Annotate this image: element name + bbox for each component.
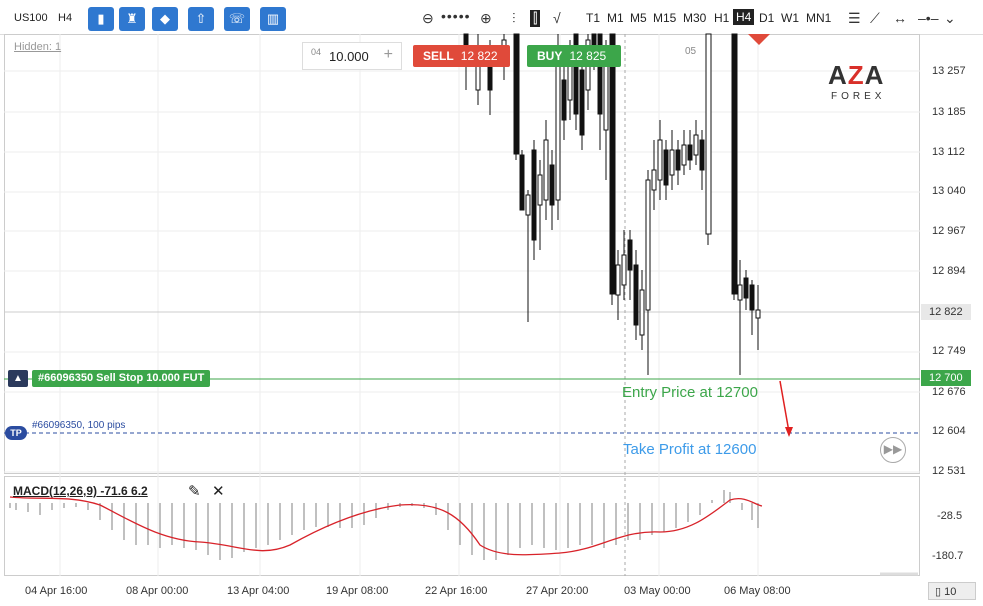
time-marker: 05 (685, 46, 697, 57)
hidden-objects-link[interactable]: Hidden: 1 (14, 41, 61, 53)
entry-price-annotation: Entry Price at 12700 (622, 384, 758, 401)
lot-plus-button[interactable]: + (384, 46, 393, 64)
lot-value[interactable]: 10.000 (329, 49, 369, 64)
macd-tick: -28.5 (937, 510, 963, 522)
time-tick: 06 May 08:00 (724, 585, 791, 597)
order-label[interactable]: #66096350 Sell Stop 10.000 FUT (32, 370, 211, 387)
time-tick: 04 Apr 16:00 (25, 585, 88, 597)
price-tick: 12 604 (932, 425, 966, 437)
price-tick: 12 894 (932, 265, 966, 277)
lot-size-input[interactable]: 04 10.000 + (302, 42, 402, 70)
order-price-tag: 12 700 (921, 370, 971, 386)
macd-signal-line (9, 496, 763, 556)
macd-close-icon[interactable]: ✕ (212, 482, 225, 500)
sell-label: SELL (423, 49, 454, 63)
fast-forward-icon[interactable]: ▶▶ (880, 437, 906, 463)
take-profit-annotation: Take Profit at 12600 (623, 441, 757, 458)
time-tick: 03 May 00:00 (624, 585, 691, 597)
lot-prefix: 04 (311, 47, 322, 57)
time-tick: 27 Apr 20:00 (526, 585, 589, 597)
macd-edit-icon[interactable]: ✎ (188, 482, 201, 500)
price-tick: 13 112 (932, 146, 965, 158)
price-tick: 13 257 (932, 65, 966, 77)
sell-price: 12 822 (460, 49, 498, 63)
broker-logo: AZA FOREX (828, 60, 885, 102)
price-tick: 13 040 (932, 185, 966, 197)
tp-order-text: #66096350, 100 pips (32, 420, 126, 431)
buy-button[interactable]: BUY 12 825 (527, 45, 621, 67)
positions-badge[interactable]: ▯ 10 (928, 582, 976, 600)
current-price-tag: 12 822 (921, 304, 971, 320)
macd-label[interactable]: MACD(12,26,9) -71.6 6.2 (13, 484, 148, 498)
order-type-icon[interactable]: ▲ (8, 370, 28, 387)
buy-price: 12 825 (569, 49, 607, 63)
sell-button[interactable]: SELL 12 822 (413, 45, 510, 67)
price-tick: 13 185 (932, 106, 966, 118)
price-tick: 12 676 (932, 386, 966, 398)
logo-small: FOREX (831, 91, 886, 102)
logo-big: AZA (828, 60, 885, 90)
buy-label: BUY (537, 49, 563, 63)
tp-badge[interactable]: TP (5, 426, 27, 440)
price-tick: 12 531 (932, 465, 966, 477)
time-tick: 13 Apr 04:00 (227, 585, 290, 597)
time-tick: 08 Apr 00:00 (126, 585, 189, 597)
time-tick: 19 Apr 08:00 (326, 585, 389, 597)
price-tick: 12 749 (932, 345, 966, 357)
sell-arrow-marker (748, 34, 770, 45)
price-tick: 12 967 (932, 225, 966, 237)
time-tick: 22 Apr 16:00 (425, 585, 488, 597)
macd-tick: -180.7 (932, 550, 964, 562)
